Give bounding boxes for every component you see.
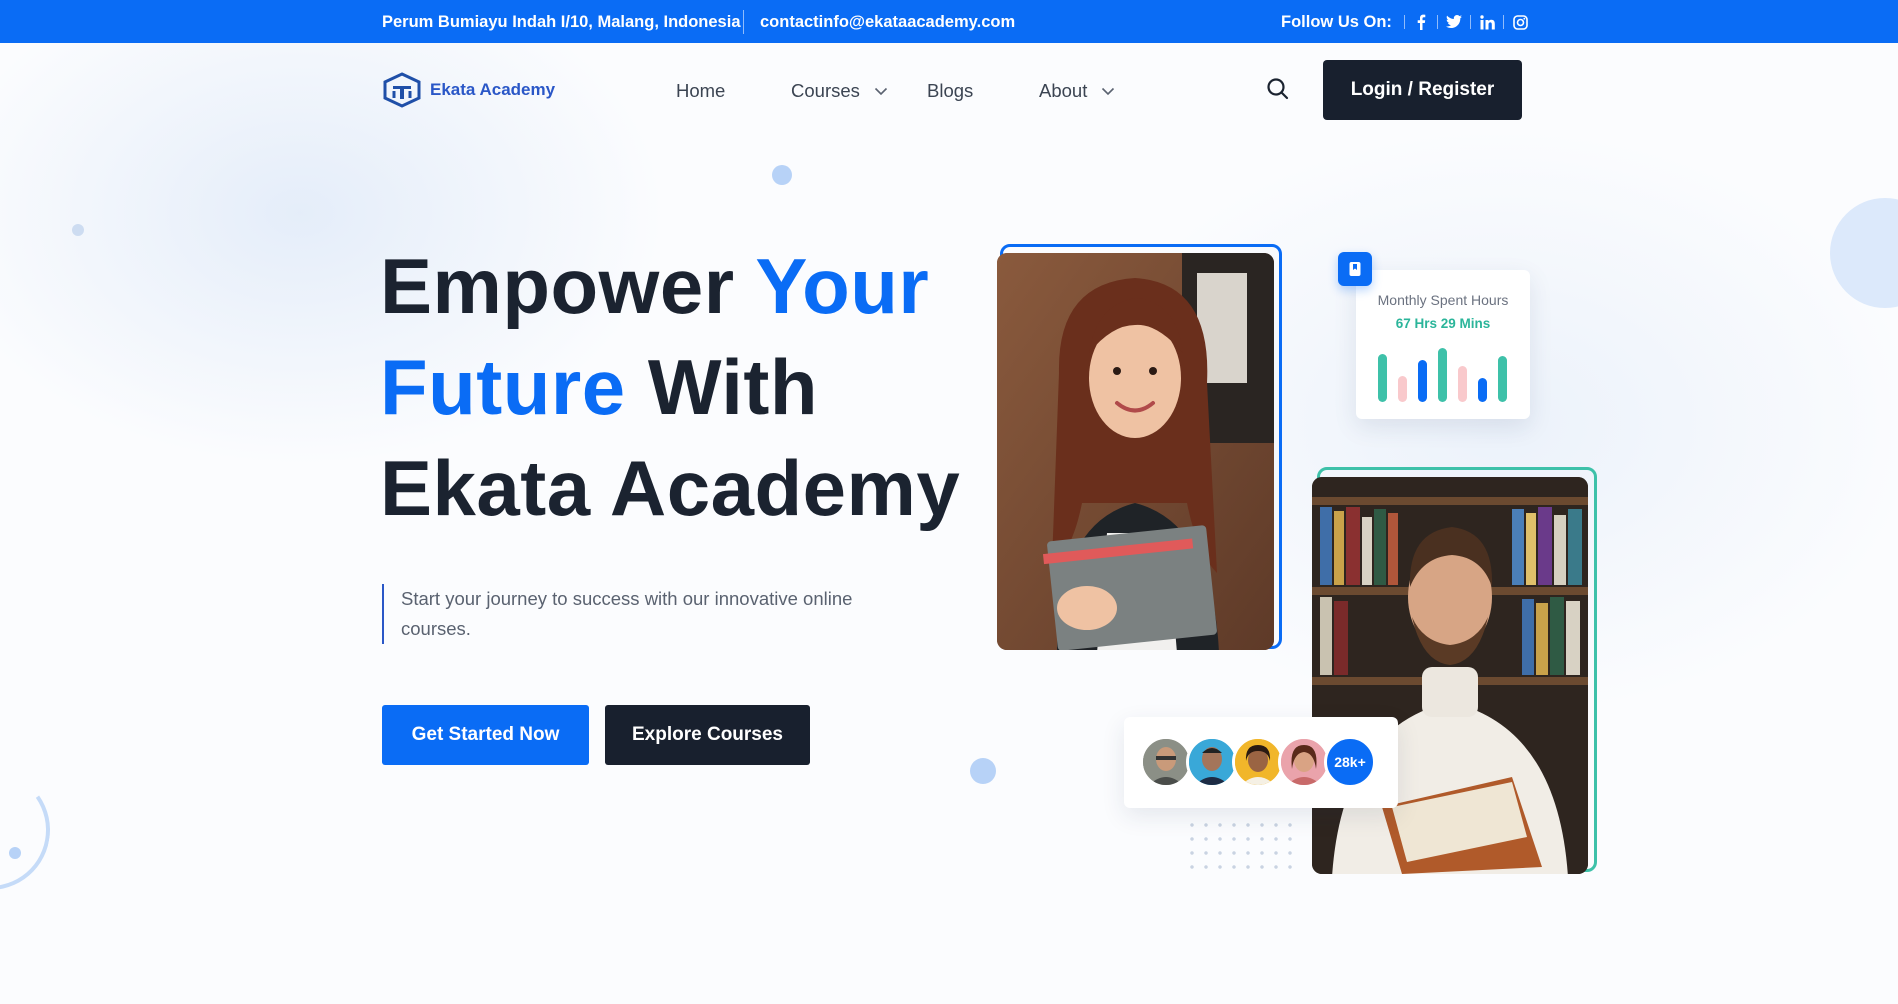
login-register-button[interactable]: Login / Register: [1323, 60, 1522, 120]
social-links: [1398, 11, 1530, 33]
social-separator: [1470, 15, 1471, 29]
top-info-bar: Perum Bumiayu Indah I/10, Malang, Indone…: [0, 0, 1898, 43]
social-separator: [1437, 15, 1438, 29]
monthly-hours-card: Monthly Spent Hours 67 Hrs 29 Mins: [1356, 270, 1530, 419]
student-photo-man: [1312, 477, 1588, 874]
bookmark-icon: [1338, 252, 1372, 286]
stat-title: Monthly Spent Hours: [1377, 292, 1509, 308]
headline-text: Empower: [380, 242, 756, 330]
avatar: [1186, 736, 1238, 788]
avatar: [1278, 736, 1330, 788]
nav-item-label: Courses: [791, 80, 860, 101]
student-photo-woman: [997, 253, 1274, 650]
logo-mark-icon: [383, 72, 421, 108]
address-text: Perum Bumiayu Indah I/10, Malang, Indone…: [382, 13, 741, 31]
explore-courses-button[interactable]: Explore Courses: [605, 705, 810, 765]
get-started-button[interactable]: Get Started Now: [382, 705, 589, 765]
social-separator: [1404, 15, 1405, 29]
headline-accent: Future: [380, 343, 626, 431]
decor-dot: [772, 165, 792, 185]
headline-accent: Your: [755, 242, 930, 330]
twitter-icon[interactable]: [1444, 12, 1464, 32]
avatar: [1232, 736, 1284, 788]
brand-name: Ekata Academy: [430, 80, 556, 99]
site-logo[interactable]: Ekata Academy: [382, 72, 555, 108]
decor-dot-grid: [1185, 818, 1295, 874]
topbar-divider: [743, 10, 744, 34]
nav-item-blogs[interactable]: Blogs: [927, 80, 973, 102]
social-separator: [1503, 15, 1504, 29]
nav-item-about[interactable]: About: [1039, 80, 1115, 102]
facebook-icon[interactable]: [1411, 12, 1431, 32]
follow-label: Follow Us On:: [1281, 13, 1392, 31]
hero-headline: Empower Your Future With Ekata Academy: [380, 236, 980, 539]
nav-item-label: About: [1039, 80, 1088, 101]
decor-dot: [970, 758, 996, 784]
stat-value: 67 Hrs 29 Mins: [1395, 316, 1491, 331]
linkedin-icon[interactable]: [1477, 12, 1497, 32]
stat-bar-chart: [1378, 348, 1507, 402]
nav-item-label: Blogs: [927, 80, 974, 101]
chevron-down-icon: [1101, 87, 1115, 96]
search-icon[interactable]: [1266, 77, 1290, 101]
avatar: [1140, 736, 1192, 788]
nav-item-courses[interactable]: Courses: [791, 80, 888, 102]
nav-item-home[interactable]: Home: [676, 80, 725, 102]
instagram-icon[interactable]: [1510, 12, 1530, 32]
email-link[interactable]: contactinfo@ekataacademy.com: [760, 13, 1015, 32]
nav-item-label: Home: [676, 80, 726, 101]
community-count-badge: 28k+: [1324, 736, 1376, 788]
headline-text: Ekata Academy: [380, 444, 961, 532]
headline-text: With: [625, 343, 819, 431]
hero-subtext: Start your journey to success with our i…: [382, 584, 902, 644]
chevron-down-icon: [874, 87, 888, 96]
decor-dot: [72, 224, 84, 236]
community-avatars-card: 28k+: [1124, 717, 1398, 808]
